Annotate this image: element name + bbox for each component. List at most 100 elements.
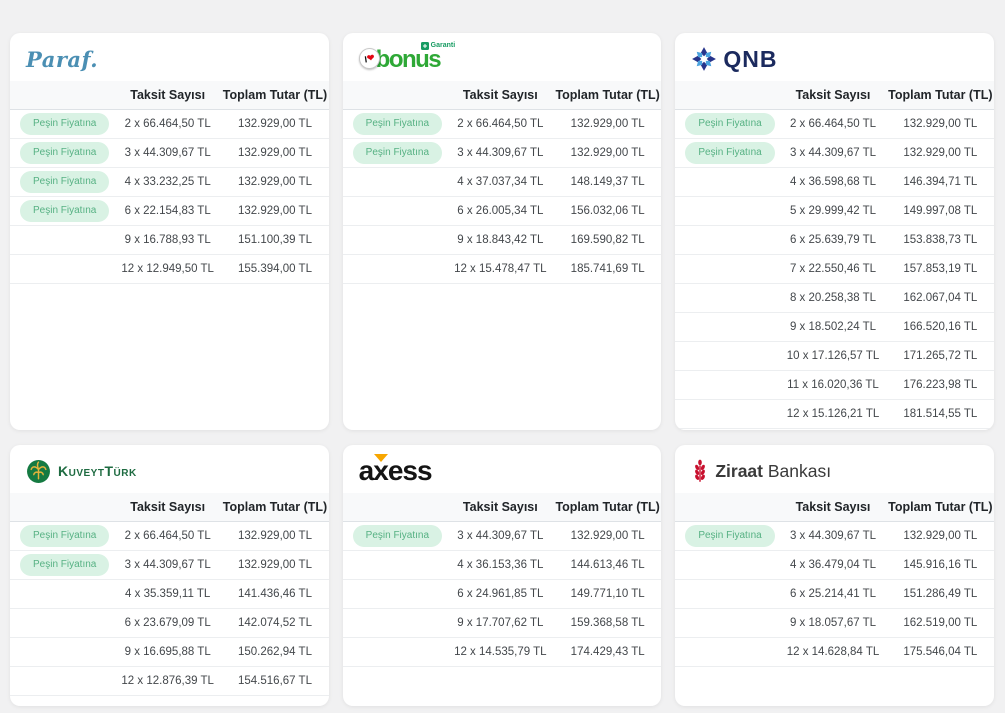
installment-value: 4 x 33.232,25 TL [124, 176, 211, 188]
installment-value: 6 x 25.214,41 TL [789, 588, 877, 600]
installment-row: 4 x 36.598,68 TL 146.394,71 TL [675, 168, 994, 197]
table-header: Taksit Sayısı Toplam Tutar (TL) [342, 493, 662, 522]
axess-logo: axess [358, 454, 433, 486]
installment-row: 6 x 23.679,09 TL 142.074,52 TL [10, 609, 329, 638]
total-value: 171.265,72 TL [903, 350, 978, 362]
total-value: 132.929,00 TL [238, 205, 312, 217]
total-value: 149.771,10 TL [570, 588, 645, 600]
installment-value: 7 x 22.550,46 TL [789, 263, 877, 275]
table-header: Taksit Sayısı Toplam Tutar (TL) [675, 493, 994, 522]
installment-row: 9 x 18.057,67 TL 162.519,00 TL [675, 609, 994, 638]
bonus-logo-text: bonus [375, 46, 442, 74]
installment-row: Peşin Fiyatına 2 x 66.464,50 TL 132.929,00… [10, 110, 329, 139]
total-value: 132.929,00 TL [238, 147, 312, 159]
total-value: 155.394,00 TL [238, 263, 312, 275]
badge-cell: Peşin Fiyatına [10, 113, 114, 135]
installment-value: 8 x 20.258,38 TL [789, 292, 877, 304]
installment-row: Peşin Fiyatına 2 x 66.464,50 TL 132.929,00… [342, 110, 662, 139]
installment-table-body: Peşin Fiyatına 2 x 66.464,50 TL 132.929,00… [10, 522, 329, 696]
table-header: Taksit Sayısı Toplam Tutar (TL) [10, 493, 329, 522]
installment-value: 9 x 16.788,93 TL [124, 234, 211, 246]
qnb-logo: QNB [675, 33, 994, 81]
cash-price-badge: Peşin Fiyatına [20, 525, 110, 547]
qnb-star-icon [692, 47, 717, 71]
bank-card-paraf: Paraf. Taksit Sayısı Toplam Tutar (TL) P… [10, 33, 329, 430]
installment-value: 4 x 36.598,68 TL [789, 176, 877, 188]
total-value: 162.067,04 TL [903, 292, 978, 304]
header-installments: Taksit Sayısı [130, 88, 206, 102]
installment-row: 8 x 20.258,38 TL 162.067,04 TL [675, 284, 994, 313]
total-value: 150.262,94 TL [238, 646, 312, 658]
installment-row: 12 x 14.535,79 TL 174.429,43 TL [342, 638, 662, 667]
cash-price-badge: Peşin Fiyatına [352, 113, 443, 135]
installment-table-body: Peşin Fiyatına 3 x 44.309,67 TL 132.929,00… [342, 522, 662, 667]
installment-value: 6 x 26.005,34 TL [457, 205, 544, 217]
installment-row: Peşin Fiyatına 4 x 33.232,25 TL 132.929,00… [10, 168, 329, 197]
total-value: 156.032,06 TL [570, 205, 645, 217]
installment-value: 3 x 44.309,67 TL [789, 147, 877, 159]
installment-value: 2 x 66.464,50 TL [124, 118, 211, 130]
badge-cell: Peşin Fiyatına [675, 142, 779, 164]
header-total: Toplam Tutar (TL) [555, 88, 660, 102]
installment-row: Peşin Fiyatına 2 x 66.464,50 TL 132.929,00… [675, 110, 994, 139]
installment-row: 6 x 26.005,34 TL 156.032,06 TL [342, 197, 662, 226]
total-value: 151.286,49 TL [903, 588, 978, 600]
installment-value: 9 x 16.695,88 TL [124, 646, 211, 658]
installment-value: 3 x 44.309,67 TL [789, 530, 877, 542]
ziraat-logo-text-bold: Ziraat [715, 460, 763, 481]
installment-row: 6 x 25.639,79 TL 153.838,73 TL [675, 226, 994, 255]
badge-cell: Peşin Fiyatına [10, 171, 114, 193]
installment-row: Peşin Fiyatına 3 x 44.309,67 TL 132.929,00… [10, 139, 329, 168]
badge-cell: Peşin Fiyatına [343, 113, 447, 135]
installment-table-body: Peşin Fiyatına 2 x 66.464,50 TL 132.929,00… [675, 110, 994, 429]
total-value: 132.929,00 TL [570, 530, 645, 542]
installment-row: 9 x 16.695,88 TL 150.262,94 TL [10, 638, 329, 667]
badge-cell: Peşin Fiyatına [10, 525, 114, 547]
total-value: 185.741,69 TL [570, 263, 645, 275]
installment-value: 5 x 29.999,42 TL [789, 205, 877, 217]
installment-value: 9 x 18.502,24 TL [789, 321, 877, 333]
header-installments: Taksit Sayısı [462, 500, 538, 514]
kuveytturk-palm-icon [27, 459, 50, 483]
bank-card-bonus: I ❤ bonus Garanti Taksit Sayısı Toplam Tu… [342, 33, 662, 430]
installment-value: 3 x 44.309,67 TL [457, 147, 544, 159]
installment-row: Peşin Fiyatına 2 x 66.464,50 TL 132.929,00… [10, 522, 329, 551]
installment-cards-grid: Paraf. Taksit Sayısı Toplam Tutar (TL) P… [0, 0, 1005, 706]
badge-cell: Peşin Fiyatına [10, 142, 114, 164]
table-header: Taksit Sayısı Toplam Tutar (TL) [675, 81, 994, 110]
total-value: 142.074,52 TL [238, 617, 312, 629]
total-value: 132.929,00 TL [570, 147, 645, 159]
total-value: 132.929,00 TL [903, 118, 978, 130]
installment-table-body: Peşin Fiyatına 2 x 66.464,50 TL 132.929,00… [10, 110, 329, 284]
total-value: 146.394,71 TL [903, 176, 978, 188]
installment-row: 9 x 16.788,93 TL 151.100,39 TL [10, 226, 329, 255]
total-value: 132.929,00 TL [903, 530, 978, 542]
installment-row: 4 x 36.479,04 TL 145.916,16 TL [675, 551, 994, 580]
installment-row: Peşin Fiyatına 3 x 44.309,67 TL 132.929,00… [342, 139, 662, 168]
total-value: 174.429,43 TL [570, 646, 645, 658]
badge-cell: Peşin Fiyatına [675, 525, 779, 547]
installment-row: 7 x 22.550,46 TL 157.853,19 TL [675, 255, 994, 284]
installment-value: 6 x 23.679,09 TL [124, 617, 211, 629]
total-value: 166.520,16 TL [903, 321, 978, 333]
badge-cell: Peşin Fiyatına [675, 113, 779, 135]
installment-row: 12 x 15.126,21 TL 181.514,55 TL [675, 400, 994, 429]
total-value: 144.613,46 TL [570, 559, 645, 571]
paraf-logo: Paraf. [10, 33, 329, 81]
cash-price-badge: Peşin Fiyatına [20, 200, 110, 222]
header-total: Toplam Tutar (TL) [222, 88, 328, 102]
total-value: 132.929,00 TL [238, 118, 312, 130]
total-value: 132.929,00 TL [903, 147, 978, 159]
installment-value: 6 x 25.639,79 TL [789, 234, 877, 246]
garanti-icon [420, 41, 429, 50]
total-value: 181.514,55 TL [903, 408, 978, 420]
installment-row: Peşin Fiyatına 3 x 44.309,67 TL 132.929,00… [675, 522, 994, 551]
installment-value: 3 x 44.309,67 TL [457, 530, 544, 542]
installment-value: 2 x 66.464,50 TL [789, 118, 877, 130]
installment-value: 4 x 35.359,11 TL [125, 588, 211, 600]
installment-row: 11 x 16.020,36 TL 176.223,98 TL [675, 371, 994, 400]
total-value: 141.436,46 TL [238, 588, 312, 600]
badge-cell: Peşin Fiyatına [10, 554, 114, 576]
installment-value: 12 x 12.876,39 TL [121, 675, 214, 687]
installment-table-body: Peşin Fiyatına 3 x 44.309,67 TL 132.929,00… [675, 522, 994, 667]
